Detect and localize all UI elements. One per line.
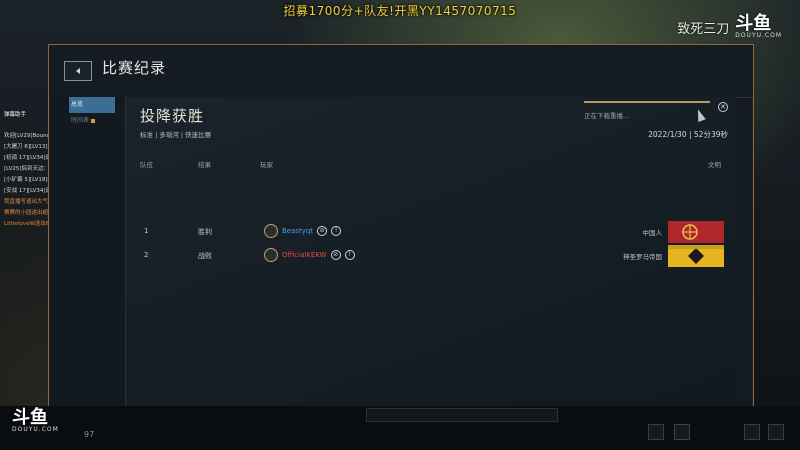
player-name[interactable]: Beastyqt — [282, 227, 313, 235]
civilization-name: 中国人 — [642, 229, 663, 237]
douyu-logo-sub: DOUYU.COM — [12, 426, 59, 433]
match-date: 2022/1/30 — [648, 130, 687, 139]
team-number: 1 — [144, 227, 149, 235]
game-hud-bottom: 97 — [0, 406, 800, 450]
mouse-cursor-icon — [694, 107, 706, 123]
match-summary: 投降获胜 标准 | 多瑙河 | 快速比赛 正在下载重播... ✕ 2022/1/… — [126, 97, 736, 407]
match-result: 胜利 — [198, 228, 212, 236]
player-rank-icon — [264, 248, 278, 262]
report-icon[interactable]: ! — [331, 226, 342, 236]
streamer-name: 致死三刀 — [677, 22, 730, 37]
lock-icon — [91, 118, 96, 123]
result-title: 投降获胜 — [140, 107, 205, 125]
side-nav: 总览 时间表 — [49, 97, 126, 407]
download-progress-bar — [584, 101, 710, 103]
nav-timeline-tab[interactable]: 时间表 — [69, 113, 115, 129]
douyu-logo-text: 斗鱼 — [735, 13, 772, 34]
table-row: 1 胜利 Beastyqt ⊘ ! 中国人 — [140, 221, 730, 243]
dialog-header: 比赛纪录 — [49, 45, 753, 98]
back-button[interactable] — [64, 61, 92, 81]
player-cell: OfficialKEKW ⊘ ! — [264, 248, 355, 262]
report-icon[interactable]: ! — [344, 250, 355, 260]
table-header: 队伍 结果 玩家 文明 — [140, 159, 730, 171]
dialog-title: 比赛纪录 — [102, 59, 167, 77]
match-settings: 标准 | 多瑙河 | 快速比赛 — [140, 131, 212, 139]
douyu-logo-sub: DOUYU.COM — [735, 32, 782, 39]
col-team: 队伍 — [140, 161, 153, 169]
douyu-watermark: 致死三刀 斗鱼 DOUYU.COM — [677, 13, 782, 40]
hud-bar — [366, 408, 558, 422]
match-datetime: 2022/1/30 | 52分39秒 — [648, 130, 728, 139]
chinese-civ-flag-icon — [668, 221, 724, 243]
nav-timeline-label: 时间表 — [71, 117, 90, 124]
douyu-logo: 斗鱼 DOUYU.COM — [735, 13, 782, 40]
hud-button[interactable] — [648, 424, 664, 440]
team-number: 2 — [144, 251, 149, 259]
table-row: 2 战败 OfficialKEKW ⊘ ! 神圣罗马帝国 — [140, 245, 730, 267]
chevron-left-icon — [76, 68, 80, 74]
col-result: 结果 — [198, 161, 211, 169]
civilization-name: 神圣罗马帝国 — [623, 253, 662, 261]
hre-civ-flag-icon — [668, 245, 724, 267]
col-civ: 文明 — [708, 161, 721, 169]
player-rank-icon — [264, 224, 278, 238]
hud-button[interactable] — [744, 424, 760, 440]
hud-button[interactable] — [674, 424, 690, 440]
player-cell: Beastyqt ⊘ ! — [264, 224, 342, 238]
block-icon[interactable]: ⊘ — [330, 250, 341, 260]
close-button[interactable]: ✕ — [718, 102, 728, 112]
col-player: 玩家 — [260, 161, 273, 169]
download-status: 正在下载重播... — [584, 112, 630, 120]
match-history-dialog: 比赛纪录 总览 时间表 投降获胜 标准 | 多瑙河 | 快速比赛 正在下载重播.… — [48, 44, 754, 408]
hud-button[interactable] — [768, 424, 784, 440]
block-icon[interactable]: ⊘ — [317, 226, 328, 236]
douyu-logo-text: 斗鱼 — [12, 407, 48, 428]
match-duration: 52分39秒 — [693, 130, 728, 139]
douyu-watermark-bottom: 斗鱼 DOUYU.COM — [12, 407, 59, 434]
match-result: 战败 — [198, 252, 212, 260]
player-name[interactable]: OfficialKEKW — [282, 251, 327, 259]
player-level: 97 — [84, 430, 95, 439]
nav-overview-tab[interactable]: 总览 — [69, 97, 115, 113]
